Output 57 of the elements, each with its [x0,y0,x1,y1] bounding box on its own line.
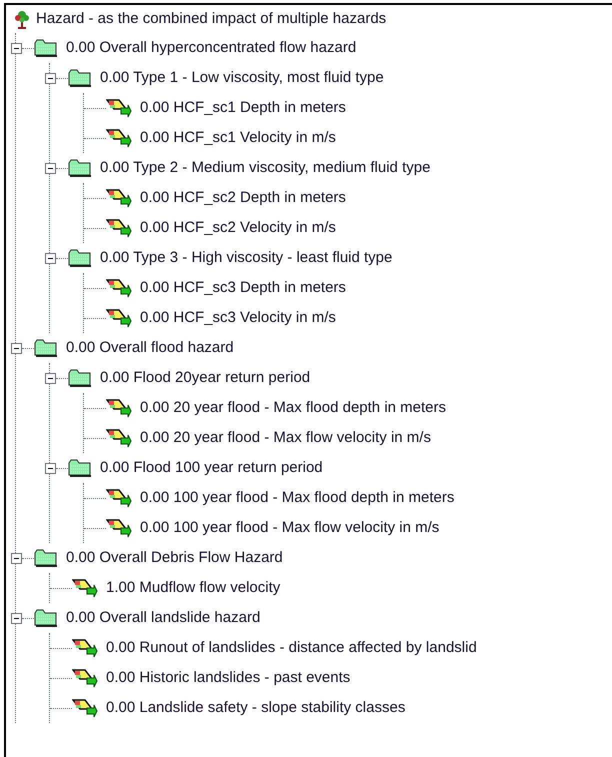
tree-item-label[interactable]: 0.00 Overall hyperconcentrated flow hazard [66,36,356,60]
tree-item-label[interactable]: 0.00 Overall Debris Flow Hazard [66,546,283,570]
folder-icon [68,459,92,477]
tree-item-label[interactable]: 0.00 20 year flood - Max flow velocity in m/s [140,426,431,450]
layer-icon [106,488,132,508]
tree-item-label[interactable]: 0.00 Type 1 - Low viscosity, most fluid type [100,66,384,90]
tree-item-label[interactable]: 0.00 Historic landslides - past events [106,666,350,690]
collapse-toggle[interactable] [11,552,22,564]
tree-item-label[interactable]: 0.00 HCF_sc3 Depth in meters [140,276,346,300]
tree-item-label[interactable]: 0.00 Landslide safety - slope stability classes [106,696,406,720]
folder-icon [68,249,92,267]
tree-item-label[interactable]: 0.00 HCF_sc1 Depth in meters [140,96,346,120]
layer-icon [72,698,98,718]
tree-item-label[interactable]: 0.00 Type 3 - High viscosity - least fluid type [100,246,392,270]
tree-item-label[interactable]: 0.00 HCF_sc2 Depth in meters [140,186,346,210]
layer-icon [106,98,132,118]
folder-icon [34,609,58,627]
tree-item-label[interactable]: 0.00 Overall landslide hazard [66,606,260,630]
tree-item-label[interactable]: 0.00 Overall flood hazard [66,336,234,360]
layer-icon [106,128,132,148]
layer-icon [72,668,98,688]
layer-icon [106,518,132,538]
layer-icon [106,428,132,448]
tree-item-label[interactable]: 0.00 Type 2 - Medium viscosity, medium fluid type [100,156,430,180]
tree-root-label[interactable]: Hazard - as the combined impact of multiple hazards [36,8,386,30]
collapse-toggle[interactable] [11,42,22,54]
tree-item-label[interactable]: 0.00 20 year flood - Max flood depth in meters [140,396,446,420]
layer-icon [106,278,132,298]
collapse-toggle[interactable] [45,162,56,174]
folder-icon [34,339,58,357]
collapse-toggle[interactable] [11,612,22,624]
tree-item-label[interactable]: 0.00 100 year flood - Max flow velocity in m/s [140,516,440,540]
tree-icon [14,9,30,29]
tree-item-label[interactable]: 0.00 HCF_sc1 Velocity in m/s [140,126,336,150]
layer-icon [106,398,132,418]
collapse-toggle[interactable] [11,342,22,354]
collapse-toggle[interactable] [45,372,56,384]
layer-icon [106,218,132,238]
folder-icon [68,69,92,87]
tree-item-label[interactable]: 0.00 Runout of landslides - distance affected by landslid [106,636,477,660]
folder-icon [34,549,58,567]
tree-item-label[interactable]: 0.00 100 year flood - Max flood depth in meters [140,486,454,510]
tree-item-label[interactable]: 0.00 HCF_sc3 Velocity in m/s [140,306,336,330]
folder-icon [68,159,92,177]
layer-icon [106,308,132,328]
folder-icon [68,369,92,387]
collapse-toggle[interactable] [45,72,56,84]
layer-icon [72,578,98,598]
folder-icon [34,39,58,57]
layer-icon [72,638,98,658]
tree-item-label[interactable]: 1.00 Mudflow flow velocity [106,576,280,600]
collapse-toggle[interactable] [45,252,56,264]
layer-icon [106,188,132,208]
tree-item-label[interactable]: 0.00 Flood 100 year return period [100,456,323,480]
collapse-toggle[interactable] [45,462,56,474]
tree-item-label[interactable]: 0.00 HCF_sc2 Velocity in m/s [140,216,336,240]
tree-item-label[interactable]: 0.00 Flood 20year return period [100,366,310,390]
